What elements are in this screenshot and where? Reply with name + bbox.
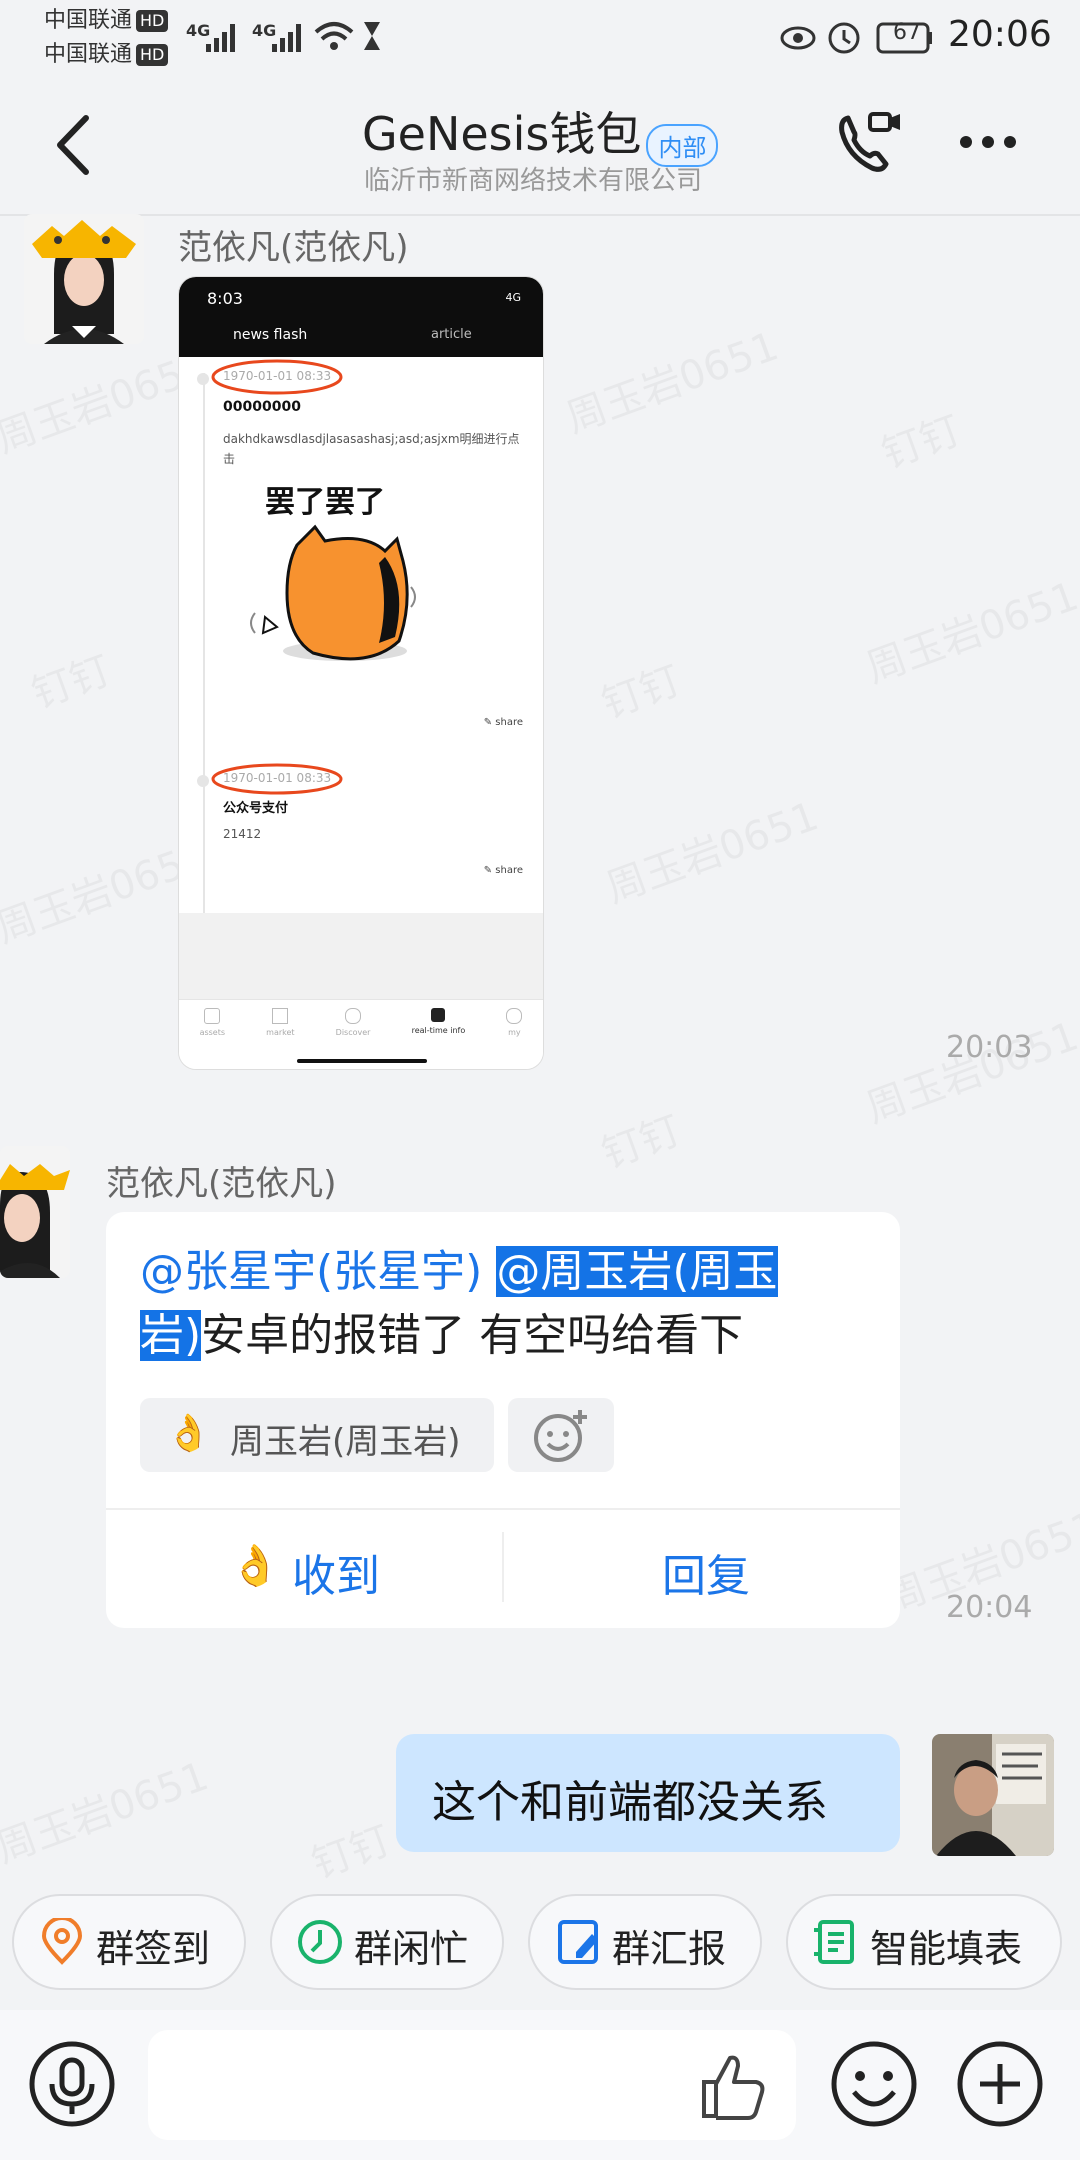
item-body: dakhdkawsdlasdjlasasashasj;asd;asjxm明细进行… (223, 432, 520, 466)
item-title: 00000000 (223, 399, 301, 415)
nav-market: market (266, 1000, 295, 1069)
thumbs-up-icon[interactable] (698, 2052, 770, 2122)
quick-label: 群闲忙 (354, 1927, 469, 1971)
mention-link-selected[interactable]: 岩) (140, 1310, 202, 1361)
avatar-image (932, 1734, 1054, 1856)
quick-checkin-button[interactable]: 群签到 (12, 1894, 246, 1990)
red-circle-annotation (211, 359, 343, 395)
message-body: 安卓的报错了 有空吗给看下 (201, 1310, 744, 1361)
image-message[interactable]: 8:03 4G news flash article 1970-01-01 08… (178, 276, 544, 1070)
screenshot-topbar: 8:03 4G news flash article (179, 277, 543, 357)
screenshot-tab-news: news flash (233, 327, 308, 343)
ack-button[interactable]: 👌 收到 (106, 1510, 502, 1628)
watermark: 周玉岩0651 (597, 784, 825, 914)
ok-hand-icon: 👌 (230, 1543, 280, 1589)
watermark: 钉钉 (22, 638, 117, 720)
carrier-label: 中国联通 (44, 8, 133, 33)
avatar-image (0, 1146, 70, 1278)
form-icon (814, 1920, 854, 1964)
quick-label: 智能填表 (870, 1927, 1023, 1971)
sticker-image (250, 524, 416, 661)
quick-label: 群签到 (96, 1927, 211, 1971)
video-call-icon[interactable] (834, 108, 904, 178)
message-input[interactable] (148, 2030, 796, 2140)
status-carrier-1: 中国联通 HD (44, 4, 169, 38)
mention-message-card[interactable]: @张星宇(张星宇) @周玉岩(周玉岩)安卓的报错了 有空吗给看下 👌 周玉岩(周… (106, 1212, 900, 1628)
watermark: 周玉岩0651 (557, 314, 785, 444)
reaction-chip[interactable]: 👌 周玉岩(周玉岩) (140, 1398, 494, 1472)
quick-report-button[interactable]: 群汇报 (528, 1894, 762, 1990)
timeline-dot (197, 373, 209, 385)
reply-label: 回复 (662, 1551, 750, 1602)
screenshot-empty-area (179, 913, 543, 999)
clock-icon (298, 1920, 342, 1964)
voice-input-icon[interactable] (28, 2040, 118, 2130)
chat-title: GeNesis钱包 (362, 107, 642, 161)
report-edit-icon (558, 1920, 598, 1964)
watermark: 钉钉 (592, 1098, 687, 1180)
self-avatar[interactable] (932, 1734, 1054, 1856)
quick-status-button[interactable]: 群闲忙 (270, 1894, 504, 1990)
watermark: 周玉岩0651 (857, 1004, 1080, 1134)
red-circle-annotation (211, 763, 343, 795)
watermark: 周玉岩0651 (0, 1744, 215, 1874)
add-reaction-button[interactable] (508, 1398, 614, 1472)
screenshot-net: 4G (505, 291, 521, 304)
input-bar (0, 2010, 1080, 2160)
item-title: 公众号支付 (223, 801, 289, 816)
quick-form-button[interactable]: 智能填表 (786, 1894, 1062, 1990)
timeline-line (203, 373, 205, 957)
hd-badge: HD (136, 44, 169, 66)
header-divider (0, 214, 1080, 216)
timeline-dot (197, 775, 209, 787)
avatar-image (24, 214, 144, 344)
carrier-label: 中国联通 (44, 42, 133, 67)
back-arrow-icon[interactable] (50, 110, 100, 180)
location-pin-icon (42, 1918, 82, 1965)
reply-button[interactable]: 回复 (504, 1510, 900, 1628)
watermark: 钉钉 (872, 398, 967, 480)
screenshot-tab-article: article (431, 327, 472, 342)
message-time: 20:04 (946, 1590, 1033, 1625)
watermark: 周玉岩0651 (857, 564, 1080, 694)
message-body: 这个和前端都没关系 (432, 1777, 828, 1828)
sender-name: 范依凡(范依凡) (178, 228, 409, 268)
ok-hand-icon: 👌 (166, 1413, 211, 1454)
nav-my: my (506, 1000, 523, 1069)
plus-icon[interactable] (956, 2040, 1046, 2130)
mention-link[interactable]: @张星宇(张星宇) (140, 1246, 482, 1297)
share-link: ✎ share (483, 717, 523, 728)
battery-level: 67 (893, 20, 921, 45)
avatar[interactable] (24, 214, 144, 344)
mention-link-selected[interactable]: @周玉岩(周玉 (496, 1246, 778, 1297)
watermark: 钉钉 (592, 648, 687, 730)
avatar[interactable] (0, 1146, 70, 1278)
svg-text:4G: 4G (252, 21, 276, 40)
share-link: ✎ share (483, 865, 523, 876)
svg-text:4G: 4G (186, 21, 210, 40)
item-body: 21412 (223, 827, 262, 841)
more-icon[interactable] (956, 130, 1026, 160)
sticker-caption: 罢了罢了 (265, 485, 385, 520)
add-emoji-icon (534, 1410, 587, 1462)
signal-icons: 4G 4G (186, 21, 380, 52)
home-indicator (297, 1059, 427, 1063)
sender-name: 范依凡(范依凡) (106, 1164, 337, 1204)
chat-subtitle: 临沂市新商网络技术有限公司 (364, 166, 703, 196)
ack-label: 收到 (292, 1551, 380, 1602)
quick-label: 群汇报 (612, 1927, 727, 1971)
status-time: 20:06 (948, 14, 1052, 55)
message-time: 20:03 (946, 1030, 1033, 1065)
emoji-icon[interactable] (830, 2040, 920, 2130)
reaction-user: 周玉岩(周玉岩) (230, 1422, 461, 1462)
screenshot-status-time: 8:03 (207, 289, 243, 308)
status-carrier-2: 中国联通 HD (44, 38, 169, 72)
hd-badge: HD (136, 10, 169, 32)
watermark: 钉钉 (302, 1808, 397, 1890)
nav-assets: assets (200, 1000, 225, 1069)
message-text: @张星宇(张星宇) @周玉岩(周玉岩)安卓的报错了 有空吗给看下 (140, 1240, 880, 1368)
chat-title-row[interactable]: GeNesis钱包 内部 (362, 98, 719, 167)
self-message-bubble[interactable]: 这个和前端都没关系 (396, 1734, 900, 1852)
